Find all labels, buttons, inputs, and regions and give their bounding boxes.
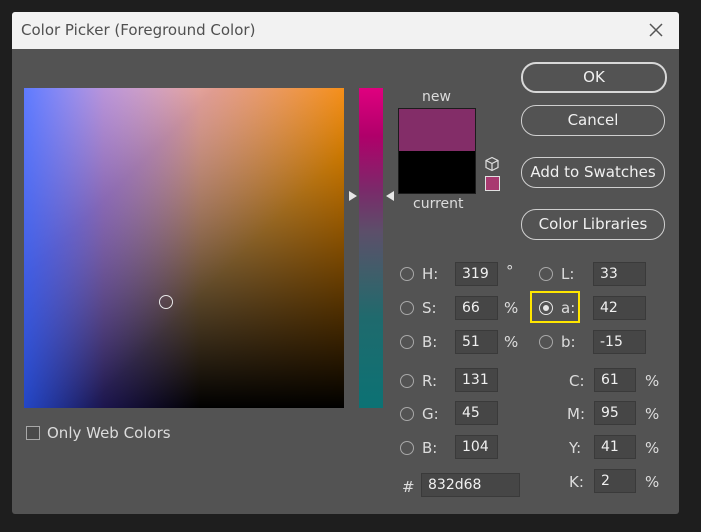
current-label: current bbox=[413, 196, 464, 212]
label-k: K: bbox=[569, 473, 584, 491]
label-r: R: bbox=[422, 372, 438, 390]
current-color-swatch[interactable] bbox=[398, 151, 476, 194]
h-field[interactable] bbox=[455, 262, 498, 286]
new-color-swatch bbox=[398, 108, 476, 152]
radio-g[interactable] bbox=[400, 407, 414, 421]
unit-brightness: % bbox=[504, 333, 519, 351]
hex-label: # bbox=[402, 478, 415, 496]
slider-right-arrow-icon[interactable] bbox=[386, 191, 394, 201]
slider-left-arrow-icon[interactable] bbox=[349, 191, 357, 201]
cancel-button[interactable]: Cancel bbox=[521, 105, 665, 136]
radio-b[interactable] bbox=[400, 441, 414, 455]
label-m: M: bbox=[567, 405, 585, 423]
lab-b-field[interactable] bbox=[593, 330, 646, 354]
web-safe-swatch[interactable] bbox=[485, 176, 500, 191]
r-field[interactable] bbox=[455, 368, 498, 392]
ok-button[interactable]: OK bbox=[521, 62, 667, 93]
radio-h[interactable] bbox=[400, 267, 414, 281]
label-c: C: bbox=[569, 372, 585, 390]
only-web-colors-label: Only Web Colors bbox=[47, 424, 171, 442]
y-field[interactable] bbox=[594, 435, 636, 459]
radio-brightness[interactable] bbox=[400, 335, 414, 349]
title-bar: Color Picker (Foreground Color) bbox=[12, 12, 679, 49]
label-h: H: bbox=[422, 265, 439, 283]
dialog-title: Color Picker (Foreground Color) bbox=[21, 21, 256, 39]
brightness-field[interactable] bbox=[455, 330, 498, 354]
label-lab-b: b: bbox=[561, 333, 576, 351]
color-slider[interactable] bbox=[359, 88, 383, 408]
label-brightness: B: bbox=[422, 333, 438, 351]
a-field[interactable] bbox=[593, 296, 646, 320]
color-field-cursor[interactable] bbox=[159, 295, 173, 309]
new-label: new bbox=[422, 89, 451, 105]
c-field[interactable] bbox=[594, 368, 636, 392]
s-field[interactable] bbox=[455, 296, 498, 320]
cube-icon[interactable] bbox=[484, 156, 500, 172]
g-field[interactable] bbox=[455, 401, 498, 425]
color-field[interactable] bbox=[24, 88, 344, 408]
m-field[interactable] bbox=[594, 401, 636, 425]
color-picker-dialog: Color Picker (Foreground Color) new curr… bbox=[12, 12, 679, 514]
unit-y: % bbox=[645, 439, 660, 457]
label-a: a: bbox=[561, 299, 576, 317]
k-field[interactable] bbox=[594, 469, 636, 493]
label-b: B: bbox=[422, 439, 438, 457]
unit-s: % bbox=[504, 299, 519, 317]
radio-a[interactable] bbox=[539, 301, 553, 315]
label-s: S: bbox=[422, 299, 437, 317]
add-to-swatches-button[interactable]: Add to Swatches bbox=[521, 157, 665, 188]
radio-lab-b[interactable] bbox=[539, 335, 553, 349]
unit-c: % bbox=[645, 372, 660, 390]
label-g: G: bbox=[422, 405, 439, 423]
label-l: L: bbox=[561, 265, 575, 283]
l-field[interactable] bbox=[593, 262, 646, 286]
label-y: Y: bbox=[569, 439, 582, 457]
radio-r[interactable] bbox=[400, 374, 414, 388]
only-web-colors-checkbox[interactable] bbox=[26, 426, 40, 440]
close-icon[interactable] bbox=[643, 17, 669, 43]
radio-l[interactable] bbox=[539, 267, 553, 281]
color-libraries-button[interactable]: Color Libraries bbox=[521, 209, 665, 240]
unit-k: % bbox=[645, 473, 660, 491]
unit-m: % bbox=[645, 405, 660, 423]
radio-s[interactable] bbox=[400, 301, 414, 315]
b-field[interactable] bbox=[455, 435, 498, 459]
unit-degree: ° bbox=[506, 262, 514, 280]
hex-field[interactable] bbox=[421, 473, 520, 497]
